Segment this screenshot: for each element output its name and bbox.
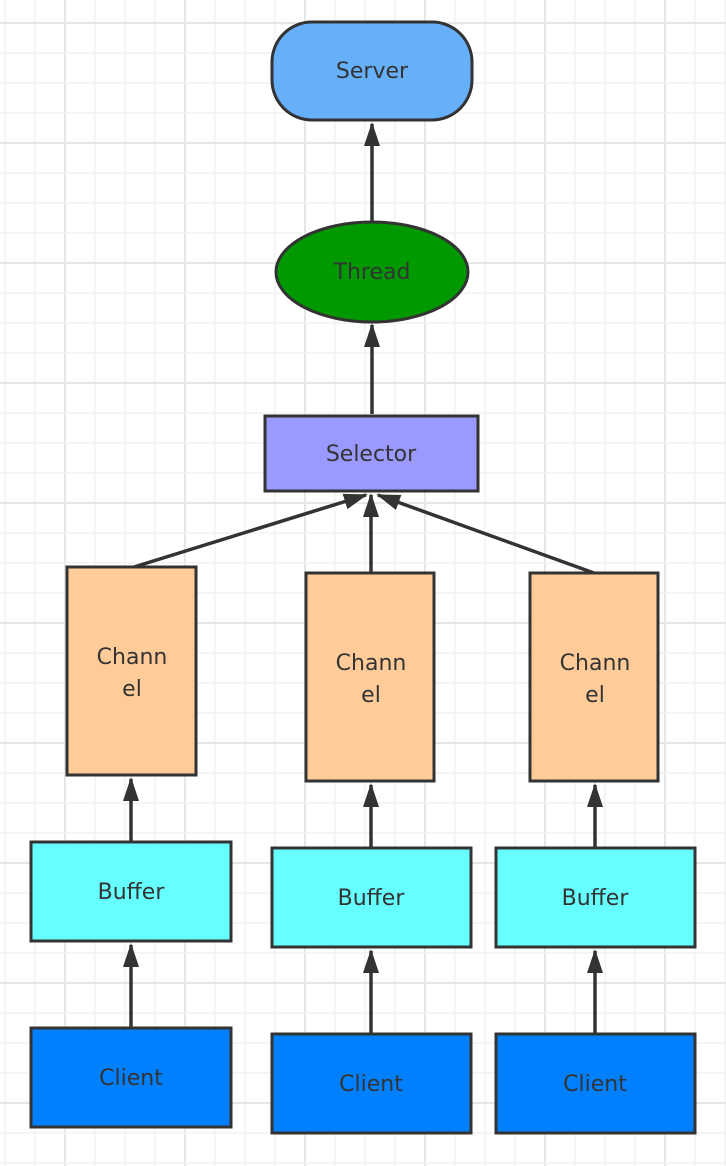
- node-server-label: Server: [336, 59, 409, 84]
- diagram: Server Thread Selector Chann el Chann el…: [0, 0, 726, 1166]
- edge-channel3-selector: [376, 493, 595, 575]
- node-client-2[interactable]: Client: [270, 1032, 473, 1135]
- buffer-label: Buffer: [562, 886, 630, 911]
- node-buffer-2[interactable]: Buffer: [270, 846, 473, 949]
- channel-label-line2: el: [122, 677, 142, 702]
- node-server[interactable]: Server: [270, 20, 474, 122]
- node-client-3[interactable]: Client: [494, 1032, 697, 1135]
- channel-label-line1: Chann: [97, 645, 168, 670]
- node-selector-label: Selector: [326, 442, 417, 467]
- channel-label-line1: Chann: [560, 651, 631, 676]
- node-channel-2[interactable]: Chann el: [304, 571, 436, 783]
- buffer-label: Buffer: [338, 886, 406, 911]
- node-client-1[interactable]: Client: [29, 1026, 233, 1129]
- client-label: Client: [99, 1066, 163, 1091]
- node-thread[interactable]: Thread: [274, 220, 470, 324]
- node-selector[interactable]: Selector: [263, 414, 480, 493]
- diagram-canvas: Server Thread Selector Chann el Chann el…: [0, 0, 726, 1166]
- client-label: Client: [339, 1072, 403, 1097]
- channel-label-line1: Chann: [336, 651, 407, 676]
- channel-label-line2: el: [361, 683, 381, 708]
- node-channel-3[interactable]: Chann el: [528, 571, 660, 783]
- channel-label-line2: el: [585, 683, 605, 708]
- node-thread-label: Thread: [333, 260, 411, 285]
- node-channel-1[interactable]: Chann el: [65, 565, 198, 777]
- edge-channel1-selector: [133, 493, 368, 569]
- client-label: Client: [563, 1072, 627, 1097]
- node-buffer-3[interactable]: Buffer: [494, 846, 697, 949]
- node-buffer-1[interactable]: Buffer: [29, 840, 233, 943]
- buffer-label: Buffer: [98, 880, 166, 905]
